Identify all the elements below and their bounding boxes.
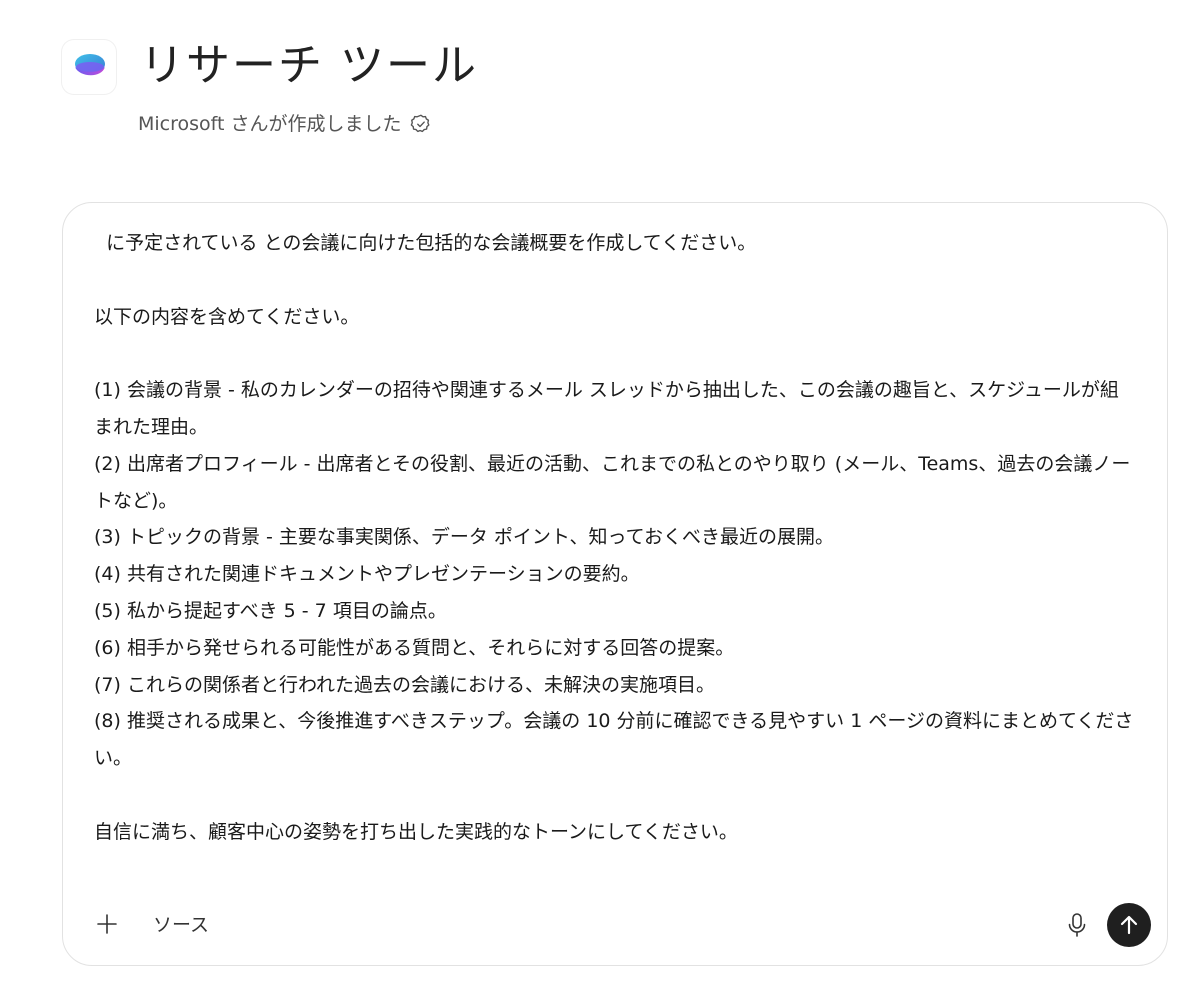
prompt-line: (1) 会議の背景 - 私のカレンダーの招待や関連するメール スレッドから抽出し… — [94, 379, 1119, 438]
prompt-line: (6) 相手から発せられる可能性がある質問と、それらに対する回答の提案。 — [94, 636, 735, 659]
prompt-blank-line — [94, 777, 1134, 814]
prompt-line: (5) 私から提起すべき 5 - 7 項目の論点。 — [94, 599, 447, 622]
prompt-line: 自信に満ち、顧客中心の姿勢を打ち出した実践的なトーンにしてください。 — [94, 820, 738, 843]
microphone-icon — [1068, 913, 1086, 937]
prompt-line: (3) トピックの背景 - 主要な事実関係、データ ポイント、知っておくべき最近… — [94, 526, 835, 549]
creator-label: Microsoft さんが作成しました — [138, 113, 402, 135]
prompt-line: (7) これらの関係者と行われた過去の会議における、未解決の実施項目。 — [94, 673, 716, 696]
prompt-line: に予定されている との会議に向けた包括的な会議概要を作成してください。 — [94, 232, 757, 254]
prompt-line: (4) 共有された関連ドキュメントやプレゼンテーションの要約。 — [94, 563, 640, 586]
creator-line: Microsoft さんが作成しました — [138, 110, 432, 138]
send-button[interactable] — [1107, 903, 1151, 947]
prompt-blank-line — [94, 262, 1134, 299]
agent-title: リサーチ ツール — [140, 40, 478, 91]
prompt-line: (2) 出席者プロフィール - 出席者とその役割、最近の活動、これまでの私とのや… — [94, 452, 1131, 512]
microphone-button[interactable] — [1063, 910, 1091, 940]
prompt-line: 以下の内容を含めてください。 — [94, 305, 360, 328]
verified-badge-icon — [410, 113, 432, 135]
prompt-blank-line — [94, 335, 1134, 372]
plus-icon — [97, 914, 117, 934]
arrow-up-icon — [1120, 915, 1138, 935]
add-button[interactable] — [93, 910, 121, 938]
copilot-logo-icon — [62, 40, 116, 94]
prompt-composer: に予定されている との会議に向けた包括的な会議概要を作成してください。 以下の内容… — [62, 202, 1168, 966]
agent-page: リサーチ ツール Microsoft さんが作成しました に予定されている との… — [0, 0, 1200, 989]
sources-button[interactable]: ソース — [153, 911, 209, 939]
prompt-line: (8) 推奨される成果と、今後推進すべきステップ。会議の 10 分前に確認できる… — [94, 710, 1134, 770]
prompt-input[interactable]: に予定されている との会議に向けた包括的な会議概要を作成してください。 以下の内容… — [94, 225, 1134, 851]
